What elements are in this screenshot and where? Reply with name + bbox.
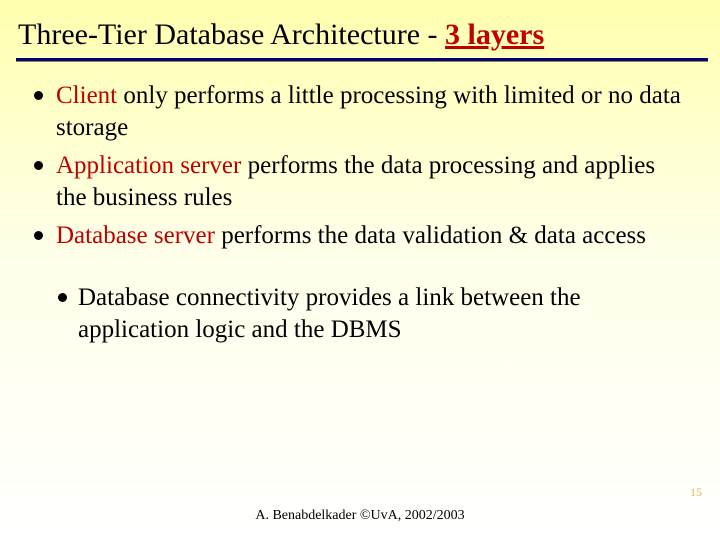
footer-text: A. Benabdelkader ©UvA, 2002/2003 (0, 508, 720, 524)
title-emphasis: 3 layers (445, 18, 544, 51)
bullet-text: performs the data validation & data acce… (215, 222, 646, 249)
keyword: Database server (56, 222, 215, 249)
sub-bullet-list: Database connectivity provides a link be… (30, 282, 690, 346)
page-number: 15 (690, 485, 702, 500)
keyword: Application server (56, 152, 241, 179)
slide-body: Client only performs a little processing… (0, 62, 720, 346)
slide-title: Three-Tier Database Architecture - 3 lay… (0, 0, 720, 58)
keyword: Client (56, 82, 117, 109)
slide: Three-Tier Database Architecture - 3 lay… (0, 0, 720, 540)
title-prefix: Three-Tier Database Architecture - (18, 18, 445, 51)
list-item: Database connectivity provides a link be… (54, 282, 690, 346)
sub-bullet-text: Database connectivity provides a link be… (78, 284, 581, 343)
list-item: Application server performs the data pro… (30, 150, 690, 214)
list-item: Database server performs the data valida… (30, 220, 690, 252)
bullet-list: Client only performs a little processing… (30, 80, 690, 252)
bullet-text: only performs a little processing with l… (56, 82, 681, 141)
list-item: Client only performs a little processing… (30, 80, 690, 144)
